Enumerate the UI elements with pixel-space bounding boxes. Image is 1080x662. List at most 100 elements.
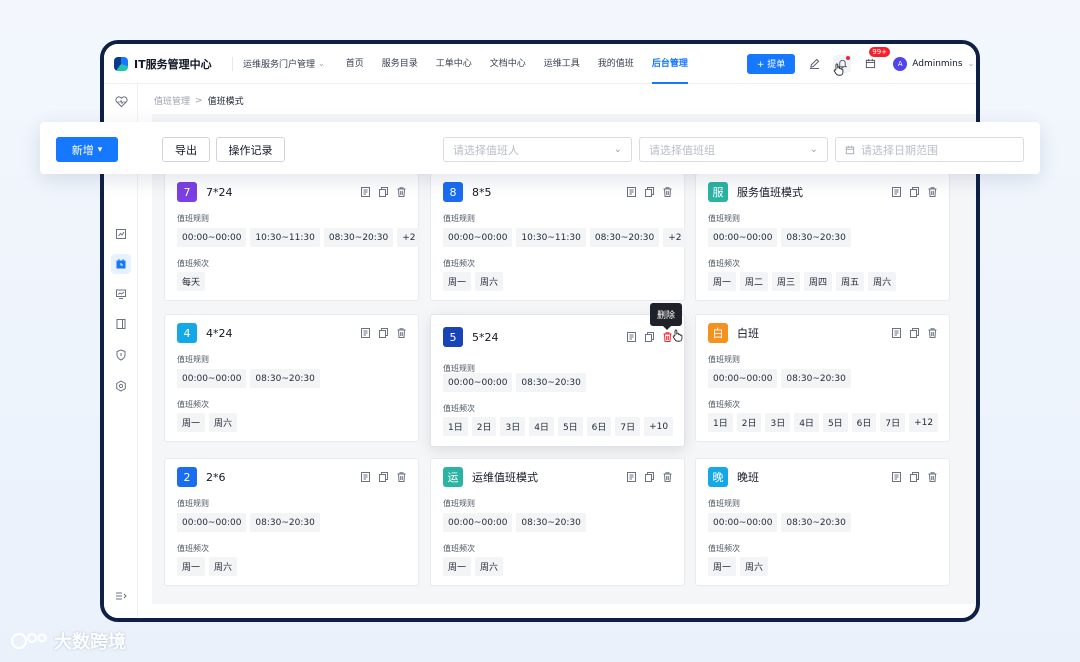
nav-ticket-center[interactable]: 工单中心	[427, 44, 481, 84]
delete-icon[interactable]	[927, 186, 937, 197]
breadcrumb-parent[interactable]: 值班管理	[154, 94, 190, 107]
card-title: 服务值班模式	[737, 186, 803, 199]
mode-icon: 4	[177, 323, 197, 343]
delete-icon[interactable]	[396, 186, 406, 197]
shield-icon[interactable]	[111, 345, 131, 365]
freq-chip: 每天	[177, 272, 206, 291]
rule-chips: 00:00~00:00 08:30~20:30	[708, 228, 851, 247]
filter-toolbar: 新增 ▾ 导出 操作记录 请选择值班人 ⌄ 请选择值班组 ⌄ 请选择日期范围	[40, 122, 1040, 174]
duty-mode-card[interactable]: 晚晚班 值班规则 00:00~00:00 08:30~20:30 值班频次 周一 周六	[695, 458, 950, 586]
rule-chips: 00:00~00:00 08:30~20:30	[177, 513, 320, 532]
delete-icon[interactable]	[927, 471, 937, 482]
delete-icon[interactable]	[396, 471, 406, 482]
export-button[interactable]: 导出	[162, 137, 210, 162]
watermark: 大数跨境	[10, 628, 126, 654]
duty-group-select[interactable]: 请选择值班组 ⌄	[639, 137, 828, 162]
freq-chip: 7日	[880, 413, 906, 432]
nav-service-catalog[interactable]: 服务目录	[373, 44, 427, 84]
card-header: 2 2*6	[177, 467, 226, 487]
nav-admin[interactable]: 后台管理	[643, 44, 697, 84]
card-header: 服服务值班模式	[708, 182, 803, 202]
freq-label: 值班频次	[443, 259, 475, 268]
view-icon[interactable]	[360, 186, 370, 197]
mode-icon: 晚	[708, 467, 728, 487]
duty-mode-card[interactable]: 服服务值班模式 值班规则 00:00~00:00 08:30~20:30 值班频次 周一周…	[695, 173, 950, 301]
card-title: 白班	[737, 327, 759, 340]
brand[interactable]: IT服务管理中心	[104, 56, 222, 72]
copy-icon[interactable]	[909, 186, 919, 197]
freq-chip: 周六	[740, 557, 769, 576]
view-icon[interactable]	[891, 327, 901, 338]
duty-mode-card[interactable]: 运运维值班模式 值班规则 00:00~00:00 08:30~20:30 值班频次 周一周…	[430, 458, 685, 586]
freq-chip: 周一	[708, 272, 737, 291]
copy-icon[interactable]	[909, 471, 919, 482]
delete-icon[interactable]	[396, 327, 406, 338]
nav-doc-center[interactable]: 文档中心	[481, 44, 535, 84]
duty-mode-card[interactable]: 8 8*5 值班规则 00:00~00:00 10:30~11:30 08:30~20:3…	[430, 173, 687, 301]
date-range-picker[interactable]: 请选择日期范围	[835, 137, 1024, 162]
freq-chip: 7日	[615, 417, 641, 436]
view-icon[interactable]	[626, 471, 636, 482]
nav-home[interactable]: 首页	[337, 44, 373, 84]
hand-cursor-icon	[833, 63, 844, 76]
freq-chips: 1日 2日 3日 4日 5日 6日 7日 +10	[443, 417, 674, 436]
copy-icon[interactable]	[644, 471, 654, 482]
collapse-menu-icon[interactable]	[113, 588, 129, 604]
view-icon[interactable]	[360, 327, 370, 338]
duty-mode-card[interactable]: 4 4*24 值班规则 00:00~00:00 08:30~20:30 值班频次 周一 周六	[164, 314, 419, 442]
nav-ops-tools[interactable]: 运维工具	[535, 44, 589, 84]
rule-label: 值班规则	[443, 499, 475, 508]
copy-icon[interactable]	[644, 331, 654, 342]
operation-log-button[interactable]: 操作记录	[216, 137, 285, 162]
delete-icon[interactable]	[662, 186, 672, 197]
freq-chip: 周一	[708, 557, 737, 576]
view-icon[interactable]	[626, 186, 636, 197]
card-actions	[626, 331, 672, 342]
rule-label: 值班规则	[708, 214, 740, 223]
rule-chip: 00:00~00:00	[708, 513, 778, 532]
chart-icon[interactable]	[111, 224, 131, 244]
copy-icon[interactable]	[378, 327, 388, 338]
settings-hex-icon[interactable]	[111, 376, 131, 396]
duty-group-placeholder: 请选择值班组	[649, 143, 715, 157]
card-title: 8*5	[472, 185, 492, 199]
view-icon[interactable]	[360, 471, 370, 482]
add-button[interactable]: 新增 ▾	[56, 137, 118, 162]
duty-mode-card[interactable]: 2 2*6 值班规则 00:00~00:00 08:30~20:30 值班频次 周一 周六	[164, 458, 419, 586]
delete-icon[interactable]	[662, 471, 672, 482]
chevron-down-icon: ⌄	[967, 59, 975, 68]
breadcrumb-current: 值班模式	[207, 97, 244, 107]
card-actions	[891, 327, 937, 338]
copy-icon[interactable]	[909, 327, 919, 338]
card-title: 4*24	[206, 326, 233, 340]
copy-icon[interactable]	[644, 186, 654, 197]
book-icon[interactable]	[111, 314, 131, 334]
duty-person-select[interactable]: 请选择值班人 ⌄	[443, 137, 632, 162]
duty-mode-card[interactable]: 白白班 值班规则 00:00~00:00 08:30~20:30 值班频次 1日 2日 3日 4…	[695, 314, 950, 442]
freq-chip: 周一	[443, 272, 472, 291]
duty-mode-card[interactable]: 7 7*24 值班规则 00:00~00:00 10:30~11:30 08:30~20:…	[164, 173, 421, 301]
freq-chip: 4日	[529, 417, 554, 436]
user-menu[interactable]: A Adminmins ⌄	[893, 56, 975, 71]
view-icon[interactable]	[891, 186, 901, 197]
submit-ticket-button[interactable]: + 提单	[746, 53, 796, 74]
edit-icon[interactable]	[805, 55, 823, 73]
nav-my-duty[interactable]: 我的值班	[589, 44, 643, 84]
delete-icon[interactable]	[662, 331, 672, 342]
copy-icon[interactable]	[378, 186, 388, 197]
rule-label: 值班规则	[443, 214, 475, 223]
freq-chip: 5日	[557, 417, 583, 436]
schedule-icon[interactable]	[111, 254, 131, 274]
card-actions	[360, 327, 406, 338]
view-icon[interactable]	[626, 331, 636, 342]
duty-mode-card[interactable]: 5 5*24 值班规则 00:00~00:00 08:30~20:30 值班频次 1日 2日 3…	[430, 314, 685, 447]
view-icon[interactable]	[891, 471, 901, 482]
rule-chip: 00:00~00:00	[177, 228, 247, 247]
portal-dropdown[interactable]: 运维服务门户管理 ⌄	[232, 56, 325, 71]
copy-icon[interactable]	[378, 471, 388, 482]
calendar-icon[interactable]: 99+	[861, 46, 891, 73]
freq-label: 值班频次	[443, 404, 475, 413]
heart-monitor-icon[interactable]	[111, 92, 131, 112]
monitor-icon[interactable]	[111, 284, 131, 304]
delete-icon[interactable]	[927, 327, 937, 338]
